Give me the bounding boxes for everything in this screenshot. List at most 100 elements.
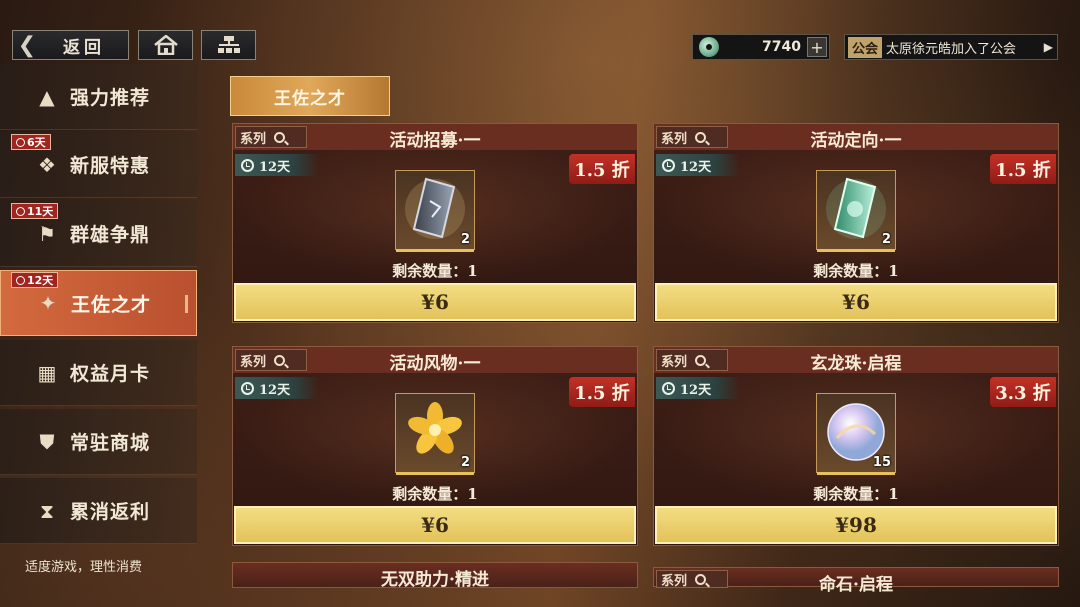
back-label: 返回	[63, 37, 105, 58]
card-icon: ▦	[37, 360, 57, 385]
new-server-icon: ❖	[38, 152, 56, 177]
guild-message: 太原徐元皓加入了公会	[886, 41, 1017, 57]
days-remaining: 12天	[656, 377, 740, 399]
item-slot[interactable]: 2	[816, 170, 896, 252]
timer-text: 6天	[27, 136, 46, 149]
timer-text: 12天	[27, 274, 54, 287]
series-label: 系列	[661, 131, 688, 147]
top-bar: ❮ 返回 7740 + 公会 太原徐元皓加入了公会 ▶	[0, 0, 1080, 70]
product-card: 活动定向·一 系列 12天 1.5 折 2 剩余数量：1 ¥6	[653, 123, 1059, 323]
item-count: 15	[872, 455, 891, 470]
sidebar-item-label: 强力推荐	[70, 87, 151, 109]
days-remaining: 12天	[235, 154, 319, 176]
sidebar-item-label: 群雄争鼎	[70, 224, 151, 246]
discount-badge: 1.5 折	[990, 154, 1056, 184]
tab-talent[interactable]: 王佐之才	[230, 76, 390, 116]
clock-icon	[662, 381, 675, 395]
hierarchy-icon	[217, 36, 240, 53]
remaining-quantity: 剩余数量：1	[392, 485, 478, 503]
clock-icon	[241, 158, 254, 172]
hierarchy-button[interactable]	[201, 30, 256, 60]
series-label: 系列	[240, 354, 267, 370]
home-icon	[153, 35, 178, 55]
store-icon: ⛊	[39, 429, 55, 454]
days-remaining: 12天	[656, 154, 740, 176]
home-button[interactable]	[138, 30, 193, 60]
item-count: 2	[460, 455, 470, 470]
remaining-quantity: 剩余数量：1	[813, 262, 899, 280]
series-button[interactable]: 系列	[235, 349, 307, 371]
sidebar-item-monthly-card[interactable]: ▦ 权益月卡	[0, 340, 197, 406]
search-icon	[695, 131, 707, 143]
buy-button[interactable]: ¥6	[655, 283, 1057, 321]
item-rarity-bar	[817, 472, 895, 475]
sidebar-item-recommend[interactable]: ▲ 强力推荐	[0, 64, 197, 130]
guild-ticker[interactable]: 公会 太原徐元皓加入了公会 ▶	[844, 34, 1058, 60]
hourglass-icon: ⧗	[39, 498, 55, 523]
buy-button[interactable]: ¥6	[234, 283, 636, 321]
product-card: 无双助力·精进	[232, 562, 638, 590]
add-currency-button[interactable]: +	[807, 37, 827, 57]
item-rarity-bar	[396, 472, 474, 475]
product-card: 玄龙珠·启程 系列 12天 3.3 折 15 剩余数量：1 ¥98	[653, 346, 1059, 546]
search-icon	[695, 354, 707, 366]
product-card: 系列 命石·启程	[653, 567, 1059, 595]
health-notice: 适度游戏，理性消费	[25, 560, 143, 575]
days-text: 12天	[259, 159, 291, 175]
discount-badge: 1.5 折	[569, 154, 635, 184]
timer-text: 11天	[27, 205, 54, 218]
clock-icon	[16, 206, 25, 216]
sidebar-item-label: 新服特惠	[70, 155, 151, 177]
buy-button[interactable]: ¥98	[655, 506, 1057, 544]
item-count: 2	[460, 232, 470, 247]
item-slot[interactable]: 2	[395, 393, 475, 475]
days-text: 12天	[680, 382, 712, 398]
sidebar-item-label: 累消返利	[70, 501, 151, 523]
currency-amount: 7740	[762, 39, 801, 55]
sidebar-item-rebate[interactable]: ⧗ 累消返利	[0, 478, 197, 544]
search-icon	[274, 131, 286, 143]
discount-badge: 3.3 折	[990, 377, 1056, 407]
search-icon	[274, 354, 286, 366]
series-button[interactable]: 系列	[656, 126, 728, 148]
card-title: 无双助力·精进	[381, 570, 489, 590]
days-remaining: 12天	[235, 377, 319, 399]
timer-badge: 11天	[11, 203, 59, 219]
days-text: 12天	[680, 159, 712, 175]
jade-coin-icon	[699, 37, 719, 57]
remaining-quantity: 剩余数量：1	[813, 485, 899, 503]
play-arrow-icon: ▶	[1043, 40, 1053, 54]
timer-badge: 6天	[11, 134, 51, 150]
series-button[interactable]: 系列	[656, 349, 728, 371]
series-label: 系列	[240, 131, 267, 147]
series-button[interactable]: 系列	[235, 126, 307, 148]
item-slot[interactable]: 2	[395, 170, 475, 252]
series-label: 系列	[661, 354, 688, 370]
recommend-icon: ▲	[39, 84, 55, 109]
talent-icon: ✦	[39, 291, 57, 315]
item-rarity-bar	[817, 249, 895, 252]
clock-icon	[241, 381, 254, 395]
product-card: 活动风物·一 系列 12天 1.5 折 2 剩余数量：1 ¥6	[232, 346, 638, 546]
timer-badge: 12天	[11, 272, 59, 288]
contest-icon: ⚑	[38, 221, 56, 246]
card-title: 命石·启程	[819, 575, 893, 595]
back-arrow-icon: ❮	[17, 32, 37, 58]
product-card: 活动招募·一 系列 12天 1.5 折 2 剩余数量：1 ¥6	[232, 123, 638, 323]
active-marker	[185, 295, 188, 313]
sidebar-item-label: 常驻商城	[70, 432, 151, 454]
clock-icon	[16, 137, 25, 147]
back-button[interactable]: ❮ 返回	[12, 30, 129, 60]
clock-icon	[662, 158, 675, 172]
item-rarity-bar	[396, 249, 474, 252]
days-text: 12天	[259, 382, 291, 398]
remaining-quantity: 剩余数量：1	[392, 262, 478, 280]
sidebar-item-label: 权益月卡	[70, 363, 151, 385]
sidebar-item-store[interactable]: ⛊ 常驻商城	[0, 409, 197, 475]
sidebar-item-label: 王佐之才	[71, 293, 152, 316]
item-slot[interactable]: 15	[816, 393, 896, 475]
buy-button[interactable]: ¥6	[234, 506, 636, 544]
guild-tag: 公会	[848, 36, 883, 58]
item-count: 2	[881, 232, 891, 247]
currency-display: 7740 +	[692, 34, 830, 60]
